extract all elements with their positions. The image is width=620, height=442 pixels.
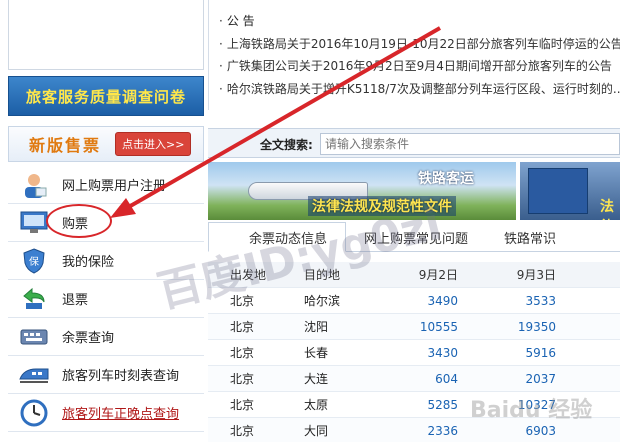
- keyboard-icon: [16, 322, 52, 352]
- cell-count-day1[interactable]: 604: [376, 372, 458, 386]
- tab-railway-knowledge[interactable]: 铁路常识: [486, 222, 574, 252]
- sidebar-item-register[interactable]: 网上购票用户注册: [8, 166, 204, 204]
- cell-count-day2[interactable]: 3533: [458, 294, 556, 308]
- table-row: 北京 大连 604 2037: [208, 366, 620, 392]
- cell-to: 哈尔滨: [304, 294, 341, 308]
- laws-banner-secondary[interactable]: 法律: [520, 162, 620, 220]
- sidebar-item-label: 退票: [62, 293, 89, 308]
- cell-count-day2[interactable]: 6903: [458, 424, 556, 438]
- refund-arrow-icon: [16, 284, 52, 314]
- shield-icon: 保: [16, 246, 52, 276]
- banner-title: 铁路客运: [418, 171, 474, 187]
- cell-to: 沈阳: [304, 320, 329, 334]
- notice-link[interactable]: 哈尔滨铁路局关于增开K5118/7次及调整部分列车运行区段、运行时刻的...: [219, 80, 620, 97]
- cell-from: 北京: [230, 346, 255, 360]
- cell-count-day1[interactable]: 10555: [376, 320, 458, 334]
- notice-list: 公 告 上海铁路局关于2016年10月19日-10月22日部分旅客列车临时停运的…: [208, 0, 620, 110]
- search-bar: 全文搜索:: [208, 128, 620, 158]
- cell-to: 大同: [304, 424, 329, 438]
- table-row: 北京 长春 3430 5916: [208, 340, 620, 366]
- search-input[interactable]: [320, 133, 620, 155]
- sidebar-item-label: 余票查询: [62, 331, 115, 346]
- new-ticket-header: 新版售票 点击进入>>: [8, 126, 204, 162]
- enter-button[interactable]: 点击进入>>: [115, 132, 192, 156]
- sidebar-item-label: 我的保险: [62, 255, 115, 270]
- cell-count-day2[interactable]: 2037: [458, 372, 556, 386]
- cell-count-day1[interactable]: 3430: [376, 346, 458, 360]
- cell-count-day1[interactable]: 3490: [376, 294, 458, 308]
- search-label: 全文搜索:: [260, 138, 313, 152]
- notice-link[interactable]: 广铁集团公司关于2016年9月2日至9月4日期间增开部分旅客列车的公告: [219, 57, 612, 74]
- cell-count-day1[interactable]: 2336: [376, 424, 458, 438]
- column-header: 9月3日: [516, 268, 556, 282]
- sidebar-item-label: 旅客列车时刻表查询: [62, 369, 180, 384]
- cell-to: 长春: [304, 346, 329, 360]
- cell-from: 北京: [230, 398, 255, 412]
- table-row: 北京 沈阳 10555 19350: [208, 314, 620, 340]
- clock-icon: [16, 398, 52, 428]
- svg-text:保: 保: [29, 255, 39, 268]
- sidebar-item-remaining-tickets[interactable]: 余票查询: [8, 318, 204, 356]
- cell-to: 太原: [304, 398, 329, 412]
- new-ticket-title: 新版售票: [29, 136, 102, 155]
- notice-heading: 公 告: [219, 12, 255, 29]
- sidebar-item-timetable[interactable]: 旅客列车时刻表查询: [8, 356, 204, 394]
- cell-from: 北京: [230, 424, 255, 438]
- column-header: 9月2日: [418, 268, 458, 282]
- user-register-icon: [16, 170, 52, 200]
- sidebar-item-delay-query[interactable]: 旅客列车正晚点查询: [8, 394, 204, 432]
- survey-banner[interactable]: 旅客服务质量调查问卷: [8, 76, 204, 116]
- locomotive-image: [528, 168, 588, 214]
- watermark-logo: Baidu 经验: [470, 398, 593, 423]
- train-icon: [16, 360, 52, 390]
- notice-link[interactable]: 上海铁路局关于2016年10月19日-10月22日部分旅客列车临时停运的公告: [219, 35, 620, 52]
- sidebar-item-label: 旅客列车正晚点查询: [62, 407, 180, 422]
- banner-title: 法律: [600, 199, 614, 220]
- sidebar-item-label: 网上购票用户注册: [62, 179, 167, 194]
- cell-from: 北京: [230, 320, 255, 334]
- sidebar-top-box: [8, 0, 204, 70]
- cell-count-day1[interactable]: 5285: [376, 398, 458, 412]
- annotation-circle: [46, 204, 112, 238]
- cell-to: 大连: [304, 372, 329, 386]
- cell-count-day2[interactable]: 19350: [458, 320, 556, 334]
- cell-count-day2[interactable]: 5916: [458, 346, 556, 360]
- cell-from: 北京: [230, 372, 255, 386]
